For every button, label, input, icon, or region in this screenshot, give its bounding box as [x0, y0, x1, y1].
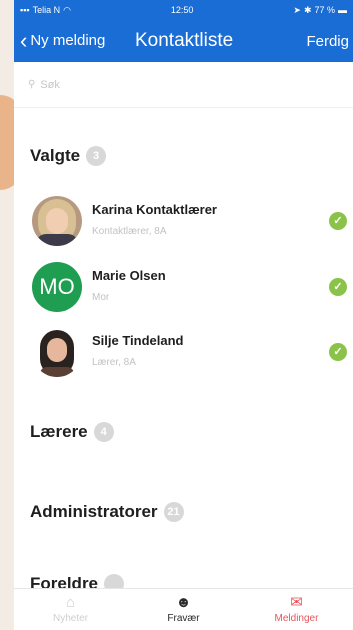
section-administratorer[interactable]: Administratorer 21 — [14, 502, 184, 522]
contact-role: Mor — [92, 291, 110, 303]
back-label: Ny melding — [30, 32, 106, 49]
location-icon: ➤ — [293, 4, 301, 15]
home-icon: ⌂ — [65, 594, 76, 611]
search-icon: ⚲ — [28, 79, 36, 90]
back-button[interactable]: ‹ Ny melding — [20, 27, 106, 53]
section-laerere[interactable]: Lærere 4 — [14, 422, 114, 442]
contact-row-karina[interactable]: Karina Kontaktlærer Kontaktlærer, 8A ✓ — [14, 192, 353, 250]
tab-bar: ⌂ Nyheter ☻ Fravær ✉ Meldinger — [14, 588, 353, 630]
tab-fravaer[interactable]: ☻ Fravær — [127, 589, 240, 630]
section-laerere-label: Lærere — [30, 422, 88, 441]
section-administratorer-label: Administratorer — [30, 502, 158, 521]
checkmark-icon[interactable]: ✓ — [329, 278, 347, 296]
nav-bar: ‹ Ny melding Kontaktliste Ferdig — [14, 20, 353, 62]
wifi-icon: ◠ — [63, 4, 71, 15]
status-bar: ▪▪▪ Telia N ◠ 12:50 ➤ ✱ 77 % ▬ — [14, 0, 353, 20]
contact-name: Silje Tindeland — [92, 332, 184, 348]
page-title: Kontaktliste — [135, 30, 234, 51]
mail-icon: ✉ — [290, 594, 303, 611]
section-valgte[interactable]: Valgte 3 — [14, 146, 107, 166]
contact-row-silje[interactable]: Silje Tindeland Lærer, 8A ✓ — [14, 323, 353, 381]
section-valgte-label: Valgte — [30, 146, 81, 165]
section-laerere-count: 4 — [93, 422, 114, 442]
avatar: MO — [32, 262, 82, 312]
contact-name: Karina Kontaktlærer — [92, 201, 217, 217]
battery-icon: ▬ — [338, 5, 347, 15]
avatar — [32, 196, 82, 246]
checkmark-icon[interactable]: ✓ — [329, 212, 347, 230]
tab-nyheter[interactable]: ⌂ Nyheter — [14, 589, 127, 630]
avatar — [32, 327, 82, 377]
tab-label: Meldinger — [274, 613, 319, 624]
section-administratorer-count: 21 — [163, 502, 184, 522]
contact-name: Marie Olsen — [92, 267, 166, 283]
tab-label: Fravær — [167, 613, 200, 624]
phone-screen: ▪▪▪ Telia N ◠ 12:50 ➤ ✱ 77 % ▬ ‹ Ny meld… — [14, 0, 353, 630]
contact-role: Lærer, 8A — [92, 356, 136, 368]
search-input[interactable] — [40, 78, 241, 91]
tab-label: Nyheter — [52, 613, 88, 624]
bluetooth-icon: ✱ — [303, 4, 312, 15]
done-button[interactable]: Ferdig — [306, 33, 349, 50]
search-bar: ⚲ — [14, 62, 353, 108]
person-absence-icon: ☻ — [175, 594, 192, 611]
carrier-label: Telia N — [32, 5, 61, 15]
chevron-left-icon: ‹ — [20, 27, 28, 53]
tab-meldinger[interactable]: ✉ Meldinger — [240, 589, 353, 630]
signal-icon: ▪▪▪ — [20, 5, 30, 15]
section-valgte-count: 3 — [86, 146, 107, 166]
clock: 12:50 — [170, 5, 194, 15]
battery-percent: 77 % — [314, 5, 335, 15]
contact-role: Kontaktlærer, 8A — [92, 225, 167, 237]
contact-row-marie[interactable]: MO Marie Olsen Mor ✓ — [14, 258, 353, 316]
checkmark-icon[interactable]: ✓ — [329, 343, 347, 361]
